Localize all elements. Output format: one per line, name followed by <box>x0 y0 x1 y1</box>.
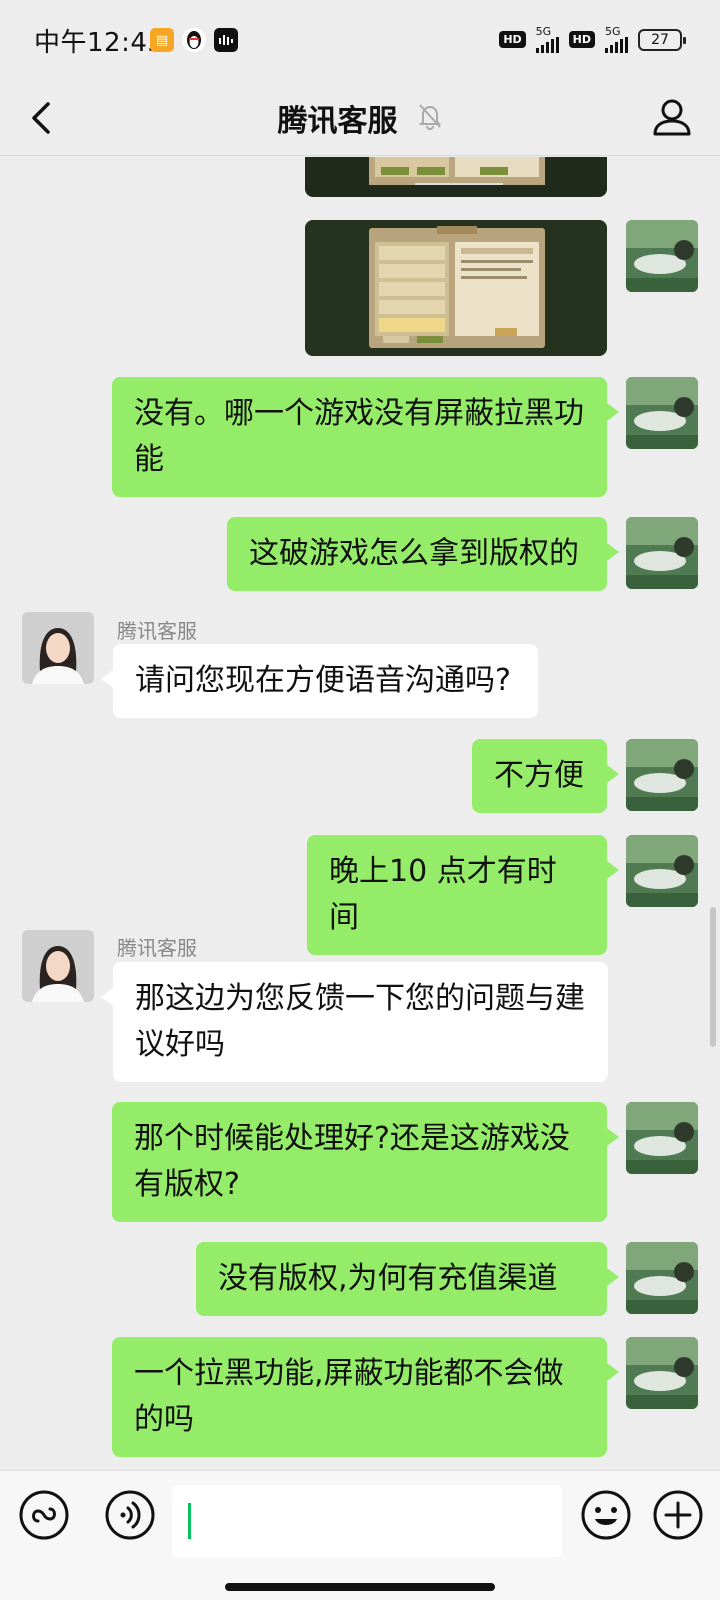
message-text: 那个时候能处理好?还是这游戏没有版权? <box>134 1121 570 1202</box>
text-cursor <box>188 1503 191 1539</box>
message-bubble[interactable]: 没有。哪一个游戏没有屏蔽拉黑功能 <box>112 377 619 497</box>
my-avatar[interactable] <box>626 835 698 907</box>
plus-icon <box>653 1490 703 1540</box>
status-time: 中午12:45 <box>34 28 165 58</box>
emoji-button[interactable] <box>580 1489 632 1541</box>
my-avatar[interactable] <box>626 1337 698 1409</box>
status-indicators: HD 5G HD 5G 27 <box>499 25 686 53</box>
sender-name: 腾讯客服 <box>117 619 197 643</box>
hd-badge: HD <box>499 31 526 48</box>
bell-off-icon <box>417 102 443 134</box>
signal-strength-icon: 5G <box>605 26 628 53</box>
chat-title: 腾讯客服 <box>277 104 398 139</box>
home-indicator[interactable] <box>225 1583 495 1591</box>
my-avatar[interactable] <box>626 1102 698 1174</box>
my-avatar[interactable] <box>626 739 698 811</box>
message-bubble[interactable]: 没有版权,为何有充值渠道 <box>196 1242 619 1316</box>
scrollbar-thumb[interactable] <box>710 907 716 1047</box>
message-bubble[interactable]: 那这边为您反馈一下您的问题与建议好吗 <box>101 962 608 1082</box>
more-button[interactable] <box>652 1489 704 1541</box>
profile-button[interactable] <box>650 94 694 142</box>
message-text: 这破游戏怎么拿到版权的 <box>249 536 579 571</box>
message-text: 那这边为您反馈一下您的问题与建议好吗 <box>135 981 585 1062</box>
battery-level: 27 <box>651 31 669 48</box>
message-text: 一个拉黑功能,屏蔽功能都不会做的吗 <box>134 1356 564 1437</box>
notes-app-icon: ▤ <box>150 28 174 52</box>
emoji-icon <box>581 1490 631 1540</box>
message-bubble[interactable]: 那个时候能处理好?还是这游戏没有版权? <box>112 1102 619 1222</box>
music-app-icon <box>214 28 238 52</box>
message-input[interactable] <box>172 1485 562 1557</box>
sender-name: 腾讯客服 <box>117 936 197 960</box>
status-app-icons: ▤ <box>150 28 238 52</box>
game-screenshot-image[interactable] <box>305 220 607 356</box>
qq-penguin-icon <box>182 28 206 52</box>
chat-area[interactable]: 没有。哪一个游戏没有屏蔽拉黑功能 这破游戏怎么拿到版权的 腾讯客服 请问您现在方… <box>0 157 720 1470</box>
link-icon <box>19 1490 69 1540</box>
message-text: 没有。哪一个游戏没有屏蔽拉黑功能 <box>134 396 584 477</box>
chat-header: 腾讯客服 <box>0 80 720 156</box>
status-bar: 中午12:45 ▤ HD 5G HD 5G 27 <box>0 0 720 80</box>
agent-avatar[interactable] <box>22 930 94 1002</box>
my-avatar[interactable] <box>626 377 698 449</box>
message-bubble[interactable]: 这破游戏怎么拿到版权的 <box>227 517 619 591</box>
message-text: 不方便 <box>494 758 584 793</box>
signal-strength-icon: 5G <box>535 25 559 53</box>
game-screenshot-image[interactable] <box>305 157 607 197</box>
battery-icon: 27 <box>638 28 686 51</box>
voice-button[interactable] <box>104 1489 156 1541</box>
agent-avatar[interactable] <box>22 612 94 684</box>
message-bubble[interactable]: 不方便 <box>472 739 619 813</box>
voice-icon <box>105 1490 155 1540</box>
message-bubble[interactable]: 请问您现在方便语音沟通吗? <box>101 644 538 718</box>
message-bubble[interactable]: 一个拉黑功能,屏蔽功能都不会做的吗 <box>112 1337 619 1457</box>
title-wrap: 腾讯客服 <box>0 96 720 140</box>
my-avatar[interactable] <box>626 220 698 292</box>
message-text: 晚上10 点才有时间 <box>329 854 557 935</box>
input-bar <box>0 1470 720 1600</box>
network-type-label: 5G <box>605 25 621 38</box>
message-bubble[interactable]: 晚上10 点才有时间 <box>307 835 619 955</box>
my-avatar[interactable] <box>626 517 698 589</box>
network-type-label: 5G <box>535 25 552 38</box>
person-icon <box>653 99 691 136</box>
mini-program-button[interactable] <box>18 1489 70 1541</box>
my-avatar[interactable] <box>626 1242 698 1314</box>
message-text: 没有版权,为何有充值渠道 <box>218 1261 558 1296</box>
hd-badge: HD <box>568 31 595 48</box>
message-text: 请问您现在方便语音沟通吗? <box>135 663 511 698</box>
